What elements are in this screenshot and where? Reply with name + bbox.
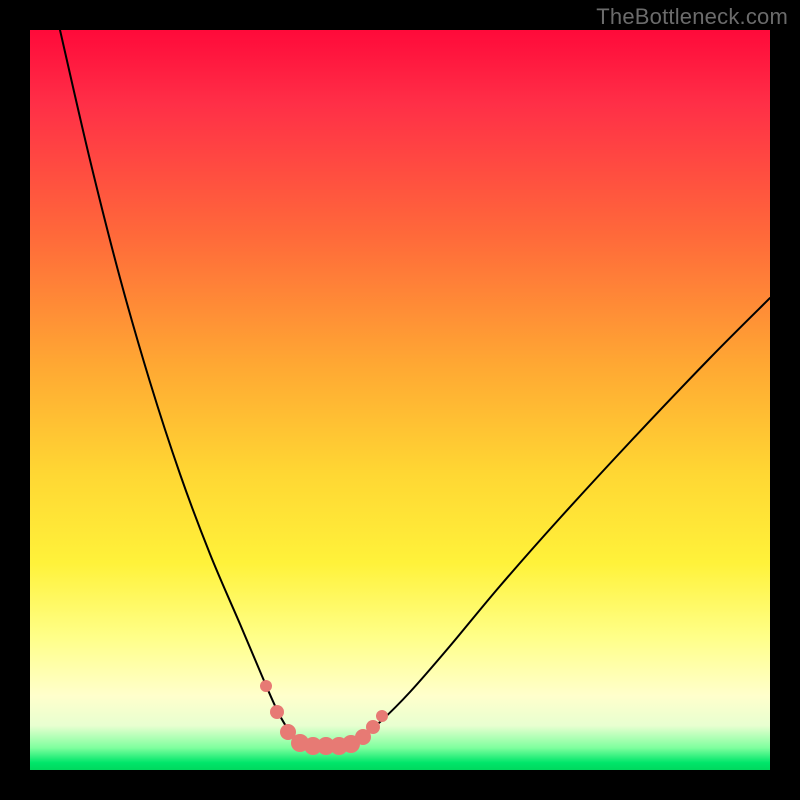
chart-frame: TheBottleneck.com — [0, 0, 800, 800]
curve-layer — [30, 30, 770, 770]
valley-dot — [260, 680, 272, 692]
bottleneck-curve — [60, 30, 770, 746]
valley-markers — [260, 680, 388, 755]
watermark-text: TheBottleneck.com — [596, 4, 788, 30]
valley-dot — [270, 705, 284, 719]
valley-dot — [376, 710, 388, 722]
valley-dot — [366, 720, 380, 734]
plot-area — [30, 30, 770, 770]
